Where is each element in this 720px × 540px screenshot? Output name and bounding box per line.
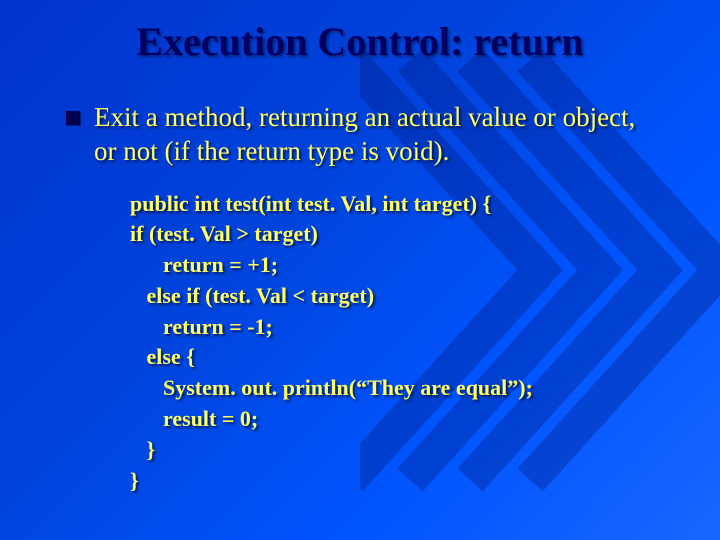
square-bullet-icon — [66, 111, 80, 125]
code-block: public int test(int test. Val, int targe… — [130, 189, 660, 497]
bullet-text: Exit a method, returning an actual value… — [94, 101, 660, 169]
slide-title: Execution Control: return — [60, 18, 660, 65]
title-prefix: Execution Control: — [136, 19, 473, 64]
slide: Execution Control: return Exit a method,… — [0, 0, 720, 540]
bullet-item: Exit a method, returning an actual value… — [66, 101, 660, 169]
title-keyword: return — [473, 19, 583, 64]
